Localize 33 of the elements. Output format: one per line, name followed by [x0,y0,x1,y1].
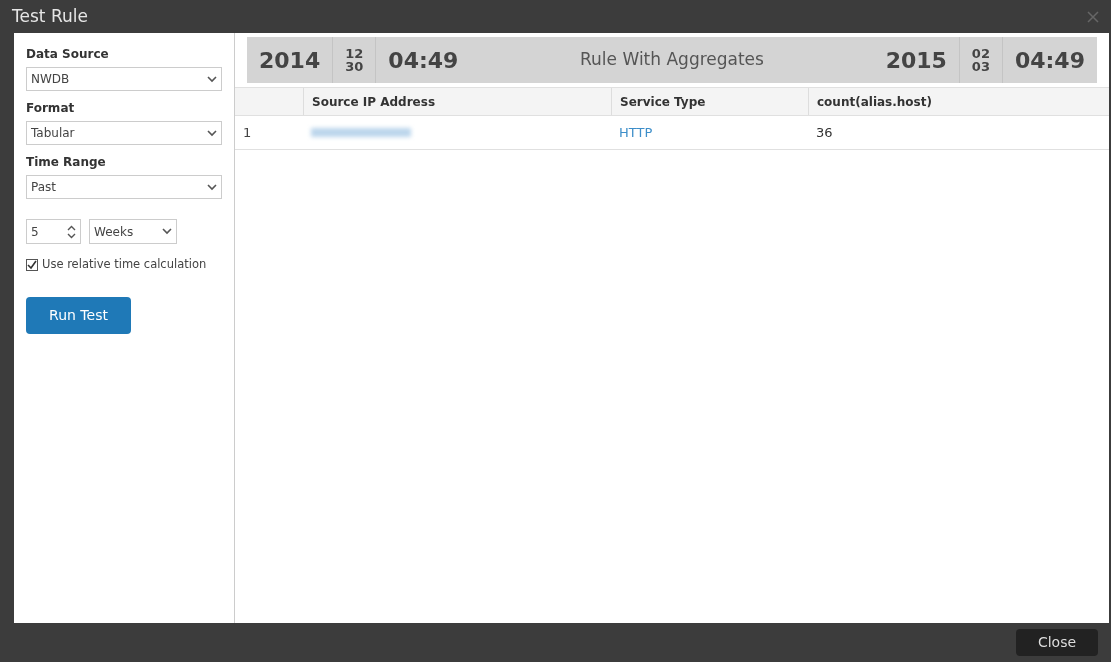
field-label: Data Source [26,46,110,63]
day-text: 03 [971,60,990,73]
number-field[interactable]: 5 [26,219,81,244]
time-text: 04:49 [1001,37,1097,83]
select-field[interactable]: Weeks [89,219,177,244]
field-label: Time Range [26,154,107,171]
day-text: 30 [345,60,364,73]
column-header: Source IP Address [312,93,436,111]
table-cell-text: 36 [816,123,833,142]
column-header: count(alias.host) [817,93,932,111]
checkbox-label: Use relative time calculation [42,256,207,273]
month-text: 02 [971,47,990,60]
select-field[interactable]: Tabular [26,121,222,145]
chevron-down-icon [207,183,217,191]
checkbox[interactable] [26,258,38,271]
time-text: 04:49 [375,37,471,83]
year-text: 2015 [884,46,948,75]
run-test-button[interactable]: Run Test [26,297,131,335]
chevron-down-icon [162,228,172,235]
spinner-icon[interactable] [67,224,76,239]
field-label: Format [26,100,76,117]
month-text: 12 [345,47,364,60]
row-number: 1 [243,123,252,142]
chevron-down-icon [207,75,217,83]
year-text: 2014 [258,46,322,75]
select-field[interactable]: NWDB [26,67,222,91]
rule-title: Rule With Aggregates [580,48,764,72]
window-title: Test Rule [12,4,88,28]
chevron-down-icon [207,129,217,137]
select-field[interactable]: Past [26,175,222,199]
service-link[interactable]: HTTP [619,122,653,143]
column-header: Service Type [620,93,706,111]
close-button[interactable]: Close [1016,629,1098,656]
